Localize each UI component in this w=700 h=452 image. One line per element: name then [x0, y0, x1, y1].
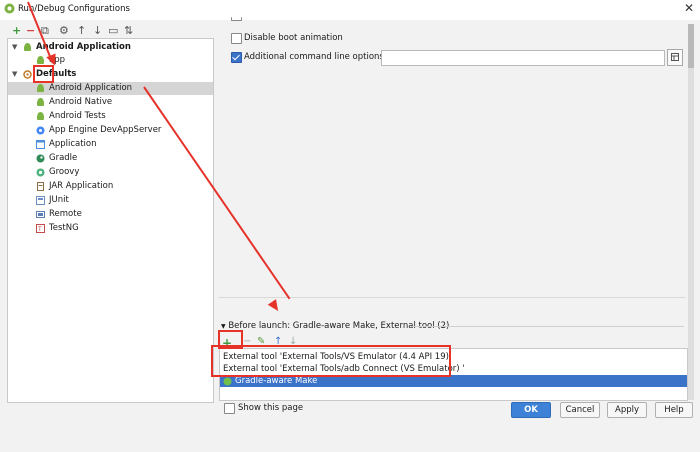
before-launch-separator	[412, 326, 684, 327]
apply-button[interactable]: Apply	[607, 402, 647, 418]
android-icon	[37, 112, 44, 120]
tree-item-android-native[interactable]: Android Native	[8, 96, 213, 109]
tree-item-testng[interactable]: T TestNG	[8, 222, 213, 235]
tree-item-label: JUnit	[49, 195, 69, 205]
junit-icon	[36, 196, 45, 205]
tree-group-android-application[interactable]: ▼ Android Application	[8, 41, 213, 54]
vertical-scrollbar[interactable]	[688, 24, 694, 400]
move-up-button[interactable]: ↑	[77, 24, 86, 38]
gradle-icon	[36, 154, 45, 163]
sort-button[interactable]: ⇅	[124, 24, 133, 38]
disable-boot-animation-checkbox[interactable]	[231, 33, 242, 44]
tree-item-android-tests[interactable]: Android Tests	[8, 110, 213, 123]
annotation-box	[33, 65, 54, 83]
gradle-icon	[223, 377, 232, 386]
defaults-icon	[23, 70, 32, 79]
folder-button[interactable]: ▭	[108, 24, 118, 38]
window-title: Run/Debug Configurations	[18, 4, 130, 14]
android-icon	[37, 84, 44, 92]
tree-group-label: Android Application	[36, 42, 131, 52]
additional-cmd-options-checkbox[interactable]	[231, 52, 242, 63]
add-config-button[interactable]: +	[12, 24, 21, 38]
tree-item-groovy[interactable]: Groovy	[8, 166, 213, 179]
app-icon	[4, 3, 15, 14]
edit-defaults-button[interactable]: ⚙	[59, 24, 69, 38]
testng-icon: T	[36, 224, 45, 233]
tree-item-label: Gradle	[49, 153, 78, 163]
tree-item-android-application[interactable]: Android Application	[8, 82, 213, 95]
tree-item-label: Application	[49, 139, 97, 149]
tree-item-label: Android Tests	[49, 111, 106, 121]
tree-item-jar-application[interactable]: JAR Application	[8, 180, 213, 193]
cancel-button[interactable]: Cancel	[560, 402, 600, 418]
expand-icon	[671, 53, 679, 61]
disable-boot-animation-label: Disable boot animation	[244, 33, 343, 43]
help-button[interactable]: Help	[655, 402, 693, 418]
android-icon	[37, 98, 44, 106]
android-icon	[24, 43, 31, 51]
configuration-tree: ▼ Android Application app ▼ Defaults And…	[7, 38, 214, 403]
tree-item-label: JAR Application	[49, 181, 114, 191]
tree-item-label: Groovy	[49, 167, 80, 177]
show-this-page-checkbox[interactable]	[224, 403, 235, 414]
tree-item-gradle[interactable]: Gradle	[8, 152, 213, 165]
collapse-arrow-icon: ▼	[221, 323, 226, 330]
tree-item-label: Android Application	[49, 83, 133, 93]
android-icon	[37, 56, 44, 64]
expand-arrow-icon[interactable]: ▼	[12, 68, 17, 81]
expand-field-button[interactable]	[667, 49, 683, 66]
expand-arrow-icon[interactable]: ▼	[12, 41, 17, 54]
tree-item-junit[interactable]: JUnit	[8, 194, 213, 207]
ok-button[interactable]: OK	[511, 402, 551, 418]
remote-icon	[36, 211, 45, 218]
svg-text:T: T	[37, 226, 42, 233]
remove-config-button[interactable]: −	[26, 24, 35, 38]
partial-checkbox[interactable]	[231, 17, 242, 21]
tree-item-label: Remote	[49, 209, 82, 219]
tree-item-label: Android Native	[49, 97, 113, 107]
move-down-button[interactable]: ↓	[93, 24, 102, 38]
annotation-box	[211, 345, 451, 377]
tree-item-remote[interactable]: Remote	[8, 208, 213, 221]
show-this-page-label: Show this page	[238, 403, 304, 413]
additional-cmd-options-label: Additional command line options:	[244, 52, 387, 62]
application-icon	[36, 140, 45, 149]
tree-item-label: TestNG	[49, 223, 79, 233]
app-engine-icon	[36, 126, 45, 135]
close-icon[interactable]: ✕	[684, 1, 694, 15]
annotation-arrowhead	[267, 299, 283, 314]
jar-icon	[37, 182, 44, 191]
tree-item-label: App Engine DevAppServer	[49, 125, 162, 135]
groovy-icon	[36, 168, 45, 177]
scrollbar-thumb[interactable]	[688, 24, 694, 68]
additional-cmd-options-input[interactable]	[381, 50, 665, 66]
tree-item-app-engine[interactable]: App Engine DevAppServer	[8, 124, 213, 137]
